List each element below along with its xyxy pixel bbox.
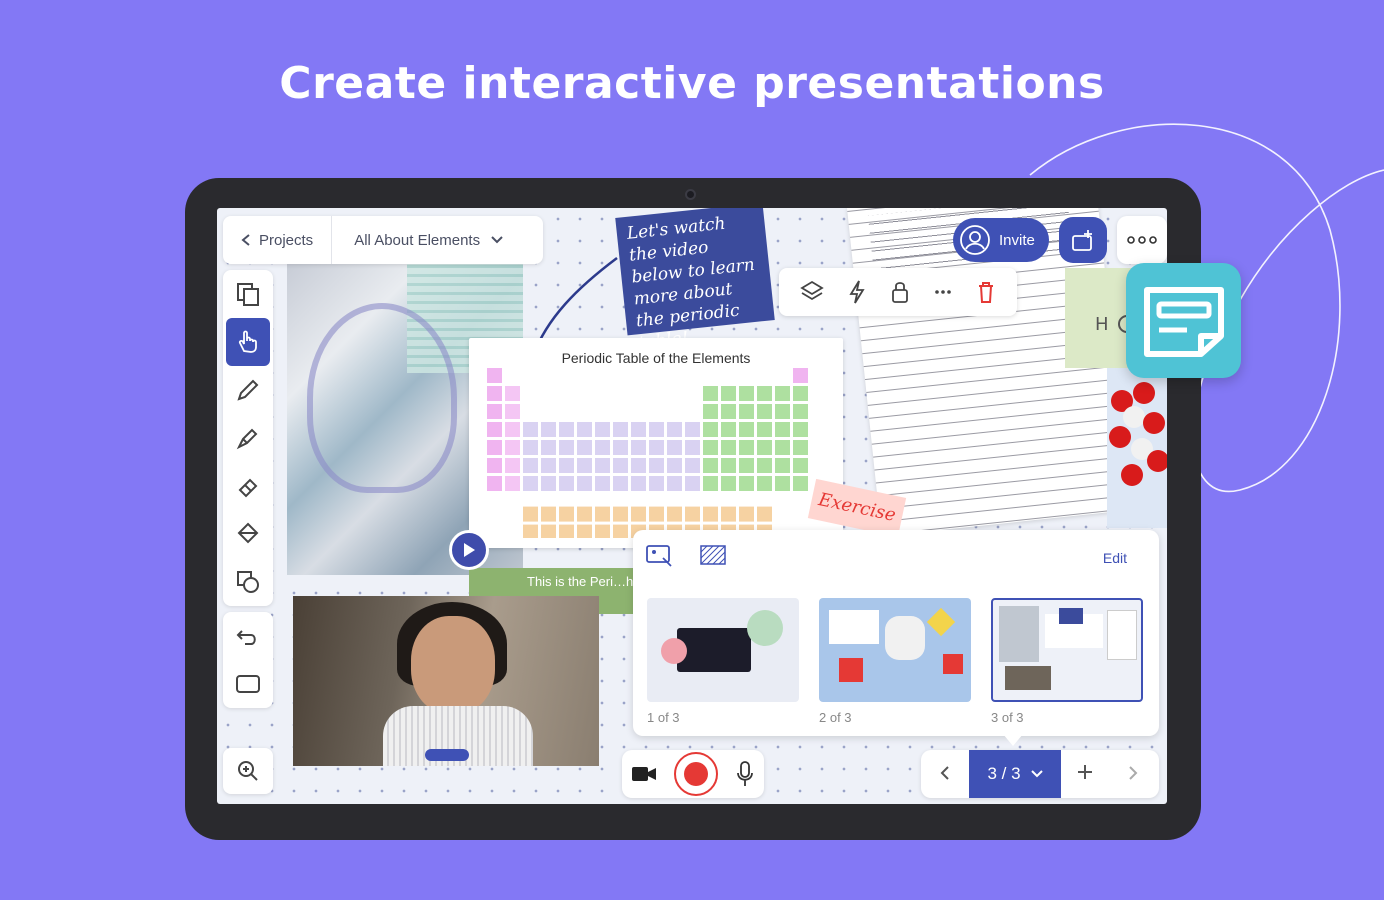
slides-panel: Edit 1 of 3 2 of 3 3 of 3: [633, 530, 1159, 736]
tool-undo[interactable]: [223, 612, 273, 660]
speaking-badge: [425, 749, 469, 761]
video-feed[interactable]: [293, 596, 599, 766]
slide-label-3: 3 of 3: [991, 710, 1024, 725]
pattern-icon[interactable]: [699, 544, 729, 568]
next-slide-button[interactable]: [1109, 761, 1157, 787]
element-context-bar: [779, 268, 1017, 316]
slide-thumbnail-3[interactable]: [991, 598, 1143, 702]
tool-fill[interactable]: [223, 510, 273, 558]
undo-icon: [236, 630, 256, 645]
layers-icon[interactable]: [799, 279, 825, 305]
current-slide: 3 / 3: [987, 764, 1021, 783]
periodic-table-card[interactable]: Periodic Table of the Elements: [469, 338, 843, 548]
app-screen: H Let's watch the video below to learn m…: [217, 208, 1167, 804]
more-options-button[interactable]: [1116, 216, 1167, 264]
play-video-button[interactable]: [449, 530, 489, 570]
front-camera: [685, 189, 696, 200]
zoom-button[interactable]: [223, 748, 273, 794]
shapes-icon: [237, 571, 259, 593]
beaker-photo: [307, 303, 457, 493]
tool-hand[interactable]: [226, 318, 270, 366]
hand-icon: [238, 330, 257, 353]
trash-icon[interactable]: [975, 279, 997, 305]
slide-thumbnail-2[interactable]: [819, 598, 971, 702]
project-bar: Projects All About Elements: [223, 216, 543, 264]
copy-icon: [237, 283, 259, 306]
marker-icon: [236, 428, 258, 450]
frame-icon: [236, 675, 260, 693]
tool-shapes[interactable]: [223, 558, 273, 606]
chevron-down-icon: [491, 236, 503, 244]
eraser-icon: [238, 478, 258, 498]
slide-view-icon[interactable]: [645, 542, 675, 570]
periodic-table-grid: [487, 368, 808, 538]
header-actions: Invite: [953, 216, 1167, 264]
chevron-right-icon: [1129, 766, 1138, 780]
slide-label-2: 2 of 3: [819, 710, 852, 725]
share-icon: [1071, 230, 1092, 251]
previous-slide-button[interactable]: [921, 761, 969, 787]
camera-icon[interactable]: [631, 764, 657, 784]
record-button[interactable]: [673, 752, 718, 796]
back-label: Projects: [259, 231, 314, 249]
slides-edit-link[interactable]: Edit: [1103, 550, 1127, 566]
chevron-left-icon: [241, 234, 250, 246]
chevron-down-icon: [1030, 770, 1043, 778]
plus-icon: [1078, 765, 1092, 779]
sticky-note-feature-card: [1126, 263, 1241, 378]
more-icon[interactable]: [932, 279, 954, 305]
tool-copy[interactable]: [223, 270, 273, 318]
sticky-note-icon: [1143, 286, 1224, 357]
more-icon: [1127, 236, 1157, 244]
sticky-note[interactable]: Let's watch the video below to learn mor…: [615, 208, 775, 353]
record-icon: [683, 762, 708, 786]
invite-label: Invite: [999, 231, 1035, 249]
tool-frame[interactable]: [223, 660, 273, 708]
play-icon: [464, 543, 475, 557]
fill-icon: [237, 522, 259, 544]
recording-controls: [622, 750, 764, 798]
tool-eraser[interactable]: [223, 462, 273, 510]
back-to-projects[interactable]: Projects: [223, 216, 333, 264]
molecule-image[interactable]: [1107, 368, 1167, 528]
chevron-left-icon: [940, 766, 949, 780]
tool-pen[interactable]: [223, 366, 273, 414]
periodic-table-title: Periodic Table of the Elements: [561, 350, 751, 366]
slide-selector[interactable]: 3 / 3: [969, 750, 1061, 798]
project-selector[interactable]: All About Elements: [332, 232, 526, 249]
slide-thumbnail-1[interactable]: [647, 598, 799, 702]
history-toolbar: [223, 612, 273, 708]
bolt-icon[interactable]: [846, 279, 868, 305]
slide-pager: 3 / 3: [921, 750, 1159, 798]
svg-text:H: H: [1095, 314, 1109, 335]
mic-icon[interactable]: [735, 760, 755, 788]
slides-panel-pointer: [1003, 734, 1023, 746]
slide-label-1: 1 of 3: [647, 710, 680, 725]
left-toolbar: [223, 270, 273, 606]
invite-button[interactable]: Invite: [953, 218, 1049, 262]
share-button[interactable]: [1058, 217, 1107, 263]
person-icon: [960, 225, 990, 255]
add-slide-button[interactable]: [1061, 761, 1109, 787]
headline: Create interactive presentations: [279, 58, 1105, 109]
pen-icon: [237, 379, 259, 401]
tool-marker[interactable]: [223, 414, 273, 462]
project-name: All About Elements: [354, 231, 481, 249]
lock-icon[interactable]: [889, 279, 911, 305]
zoom-icon: [238, 761, 258, 781]
